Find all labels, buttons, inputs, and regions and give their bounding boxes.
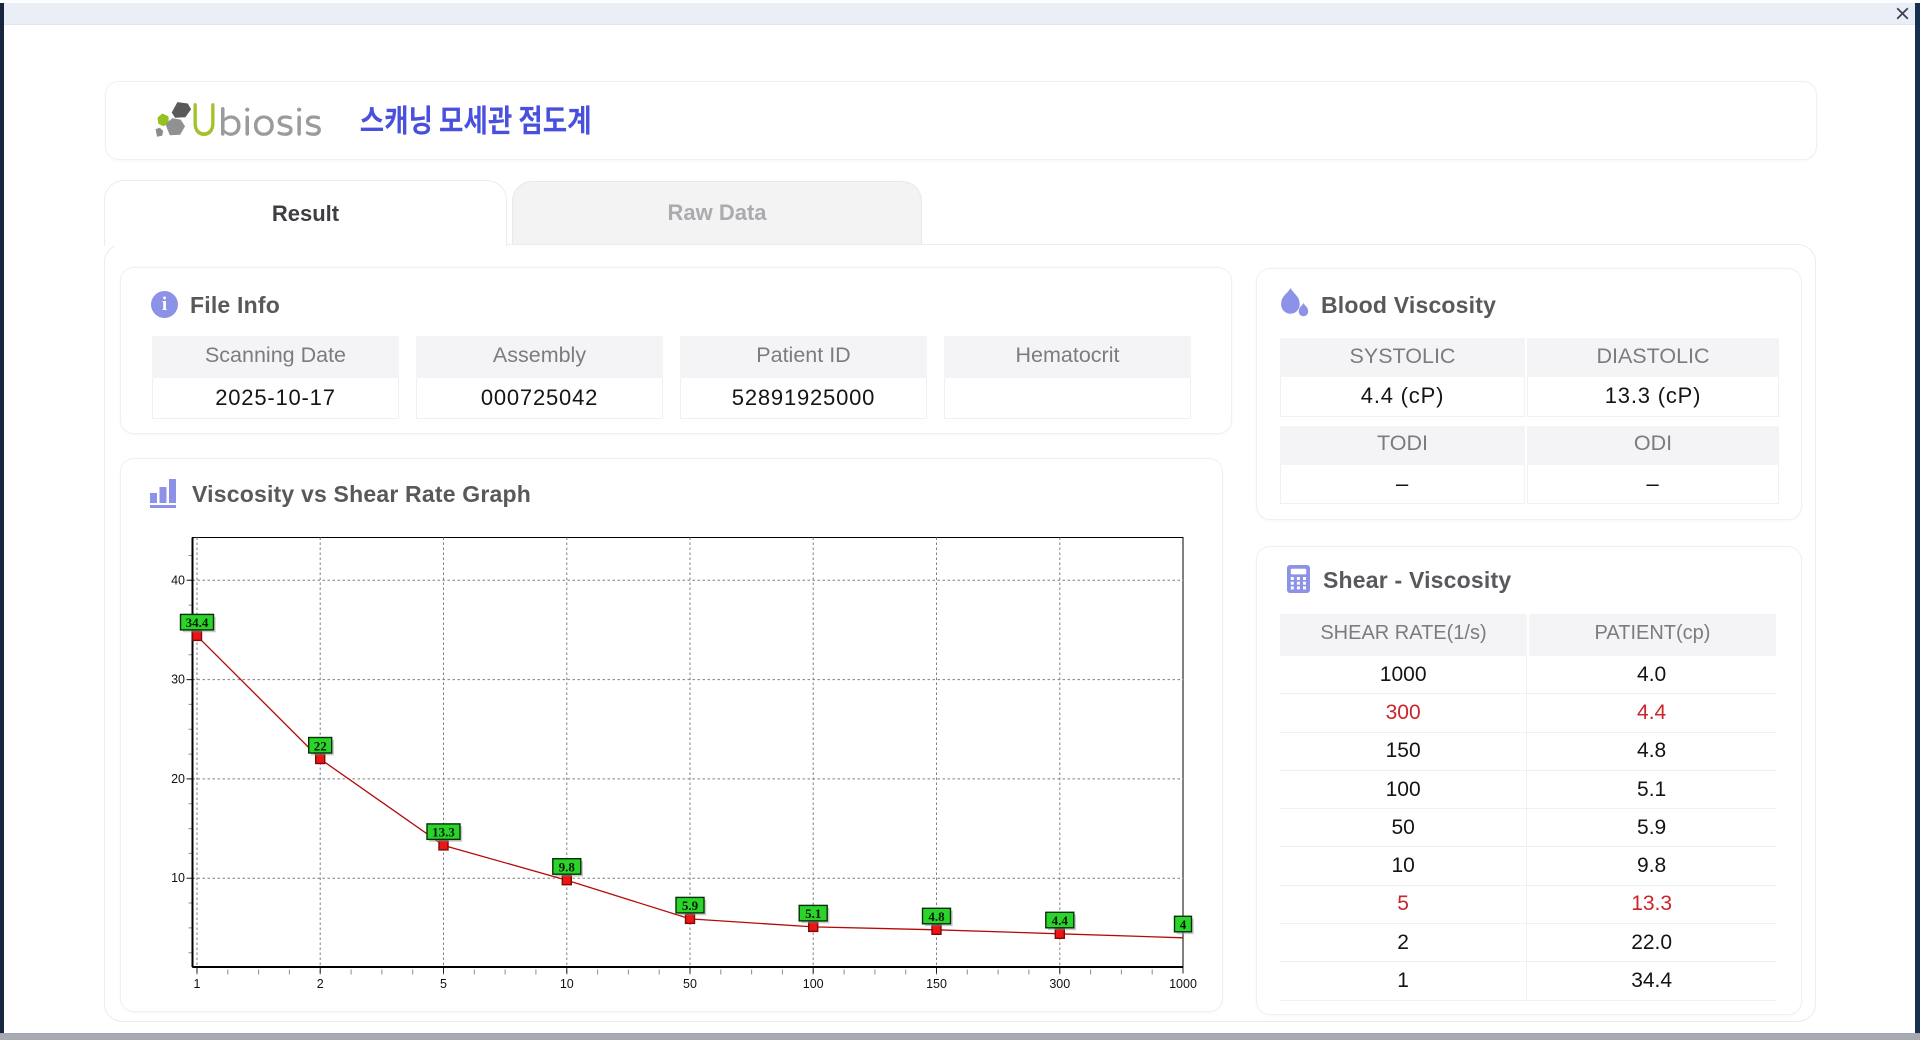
svg-text:22: 22 <box>314 738 327 753</box>
svg-text:40: 40 <box>171 573 185 587</box>
svg-text:5.9: 5.9 <box>682 898 699 913</box>
svg-text:4.8: 4.8 <box>928 909 945 924</box>
svg-text:30: 30 <box>171 673 185 687</box>
svg-text:5.1: 5.1 <box>805 906 821 921</box>
svg-text:1: 1 <box>194 977 201 991</box>
svg-text:50: 50 <box>683 977 697 991</box>
svg-text:4: 4 <box>1180 917 1187 932</box>
svg-text:13.3: 13.3 <box>432 825 455 840</box>
svg-text:150: 150 <box>926 977 947 991</box>
svg-text:5: 5 <box>440 977 447 991</box>
svg-text:9.8: 9.8 <box>559 860 576 875</box>
svg-text:20: 20 <box>171 772 185 786</box>
svg-text:10: 10 <box>560 977 574 991</box>
svg-text:10: 10 <box>171 871 185 885</box>
svg-text:2: 2 <box>317 977 324 991</box>
svg-text:4.4: 4.4 <box>1052 913 1069 928</box>
svg-text:100: 100 <box>803 977 824 991</box>
svg-text:34.4: 34.4 <box>186 615 209 630</box>
svg-text:1000: 1000 <box>1169 977 1197 991</box>
svg-text:300: 300 <box>1049 977 1070 991</box>
